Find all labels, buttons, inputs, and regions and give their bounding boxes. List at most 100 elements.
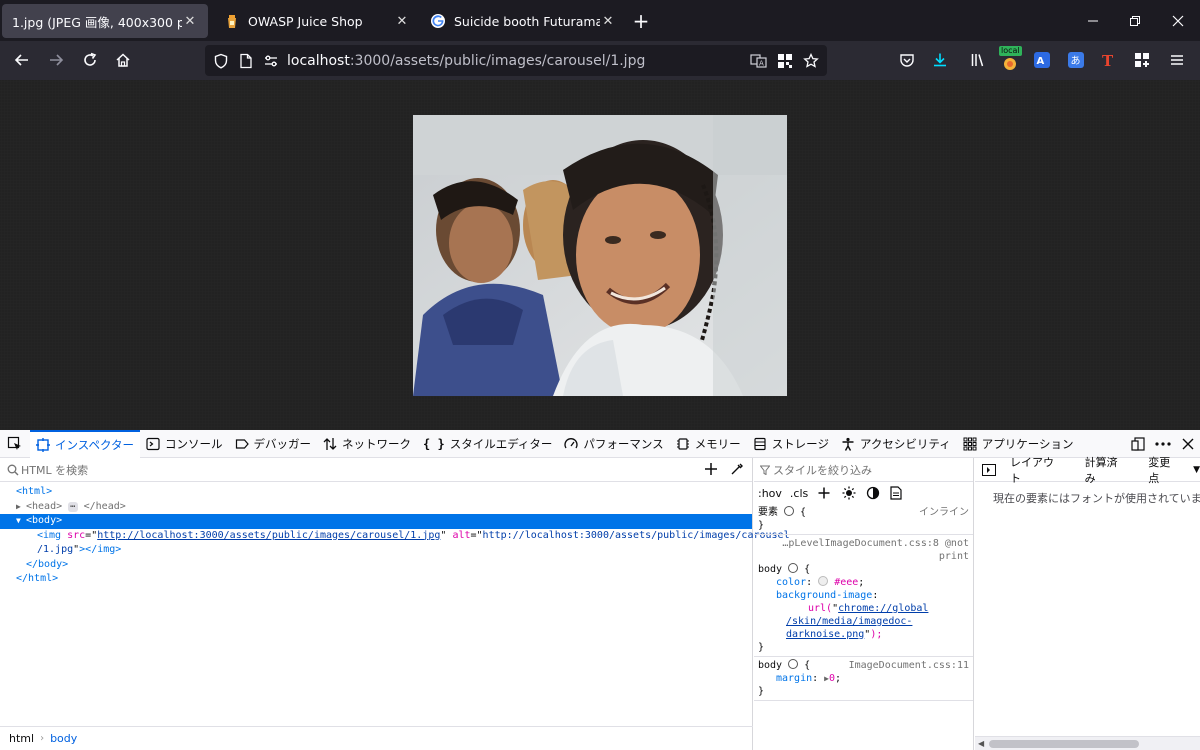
console-icon [146, 437, 160, 451]
restore-icon[interactable] [1113, 0, 1157, 41]
close-icon[interactable]: ✕ [600, 13, 616, 29]
reload-icon[interactable] [75, 45, 105, 75]
tab-changes[interactable]: 変更点 [1138, 456, 1191, 485]
forward-icon[interactable] [41, 45, 71, 75]
horizontal-scrollbar[interactable]: ◀ [975, 736, 1200, 750]
tab-juice-shop[interactable]: OWASP Juice Shop ✕ [214, 4, 420, 38]
element-label: 要素 [758, 507, 778, 518]
accessibility-icon [841, 437, 855, 451]
search-icon [7, 464, 19, 476]
gear-icon[interactable] [784, 506, 795, 516]
rule-toplevel-image-document: …pLevelImageDocument.css:8 @not print bo… [754, 535, 973, 657]
bg-image-link[interactable]: chrome://global [838, 603, 928, 614]
html-search[interactable]: HTML を検索 [0, 458, 752, 482]
debugger-icon [235, 437, 249, 451]
new-tab-icon[interactable]: + [626, 4, 656, 38]
html-close-node: </html> [16, 573, 59, 584]
head-node[interactable]: ▶ <head> ⋯ </head> [0, 500, 752, 515]
local-extension-icon[interactable]: local [995, 45, 1025, 75]
close-window-icon[interactable] [1156, 0, 1200, 41]
light-theme-icon[interactable] [842, 486, 856, 500]
t-extension-icon[interactable]: T [1093, 45, 1123, 75]
svg-text:A: A [1037, 56, 1045, 67]
tab-performance[interactable]: パフォーマンス [558, 430, 669, 458]
eyedropper-icon[interactable] [730, 462, 744, 476]
cls-toggle[interactable]: .cls [790, 487, 808, 500]
language-extension-icon[interactable]: あ [1061, 45, 1091, 75]
bookmark-star-icon[interactable] [799, 49, 823, 73]
pocket-icon[interactable] [892, 45, 922, 75]
home-icon[interactable] [108, 45, 138, 75]
color-swatch[interactable] [818, 576, 829, 586]
gear-icon[interactable] [788, 659, 799, 669]
svg-text:あ: あ [1071, 55, 1081, 67]
rule-source[interactable]: …pLevelImageDocument.css:8 @not print [758, 537, 969, 563]
breadcrumb: html › body [0, 726, 753, 750]
rule-element: 要素 { インライン } [754, 504, 973, 535]
breadcrumb-html[interactable]: html [9, 732, 34, 745]
tab-debugger[interactable]: デバッガー [229, 430, 318, 458]
juice-shop-favicon-icon [224, 13, 240, 29]
braces-icon: { } [423, 436, 445, 451]
library-icon[interactable] [963, 45, 993, 75]
minimize-icon[interactable] [1071, 0, 1115, 41]
local-badge: local [999, 46, 1022, 56]
add-node-icon[interactable] [704, 462, 718, 476]
tab-computed[interactable]: 計算済み [1075, 456, 1139, 485]
scrollbar-thumb[interactable] [989, 740, 1139, 748]
style-filter-input[interactable]: スタイルを絞り込み [773, 462, 872, 478]
tab-inspector[interactable]: インスペクター [30, 429, 141, 458]
network-icon [323, 437, 337, 451]
back-icon[interactable] [7, 45, 37, 75]
tab-accessibility[interactable]: アクセシビリティ [835, 430, 957, 458]
style-filter[interactable]: スタイルを絞り込み [754, 458, 973, 482]
hamburger-menu-icon[interactable] [1162, 45, 1192, 75]
tab-style-editor[interactable]: { } スタイルエディター [417, 430, 558, 458]
tab-console[interactable]: コンソール [140, 430, 229, 458]
url-text[interactable]: localhost:3000/assets/public/images/caro… [287, 53, 645, 69]
carousel-image [413, 115, 787, 396]
collapsed-children[interactable]: ⋯ [68, 501, 78, 512]
tab-network[interactable]: ネットワーク [317, 430, 417, 458]
tab-google[interactable]: Suicide booth Futurama - Goog ✕ [420, 4, 626, 38]
tab-storage[interactable]: ストレージ [747, 430, 835, 458]
rules-panel: スタイルを絞り込み :hov .cls 要素 { インライン } …pLevel… [754, 458, 974, 750]
tab-memory[interactable]: メモリー [670, 430, 747, 458]
translate-icon[interactable]: A [747, 49, 771, 73]
img-node[interactable]: <img src="http://localhost:3000/assets/p… [0, 529, 790, 544]
body-node[interactable]: ▼ <body> [0, 514, 752, 529]
rule-source[interactable]: ImageDocument.css:11 [849, 659, 969, 672]
application-icon [963, 437, 977, 451]
dark-theme-icon[interactable] [866, 486, 880, 500]
dock-icon[interactable] [1125, 430, 1151, 458]
toggle-sidebar-icon[interactable] [982, 463, 996, 476]
svg-text:T: T [1102, 52, 1114, 68]
extensions-icon[interactable] [1127, 45, 1157, 75]
close-icon[interactable]: ✕ [182, 13, 198, 29]
scroll-left-icon[interactable]: ◀ [978, 739, 984, 748]
qr-code-icon[interactable] [773, 49, 797, 73]
tab-layout[interactable]: レイアウト [1000, 456, 1075, 485]
collapse-icon[interactable]: ▼ [16, 514, 26, 529]
src-link[interactable]: http://localhost:3000/assets/public/imag… [97, 530, 440, 541]
shield-icon[interactable] [213, 53, 229, 69]
expand-icon[interactable]: ▶ [16, 500, 26, 515]
chevron-down-icon[interactable]: ▼ [1193, 465, 1200, 475]
translator-extension-icon[interactable]: A [1027, 45, 1057, 75]
gear-icon[interactable] [788, 563, 799, 573]
permissions-icon[interactable] [263, 53, 279, 69]
element-picker-icon[interactable] [0, 430, 30, 458]
downloads-icon[interactable] [925, 45, 955, 75]
hov-toggle[interactable]: :hov [758, 487, 782, 500]
add-rule-icon[interactable] [818, 487, 830, 499]
close-icon[interactable]: ✕ [394, 13, 410, 29]
address-bar[interactable]: localhost:3000/assets/public/images/caro… [205, 45, 827, 76]
fonts-empty-message: 現在の要素にはフォントが使用されていません。 [993, 492, 1200, 505]
tab-image[interactable]: 1.jpg (JPEG 画像, 400x300 px) ✕ [2, 4, 208, 38]
search-input[interactable]: HTML を検索 [21, 462, 88, 478]
breadcrumb-separator-icon: › [40, 733, 45, 744]
page-icon [239, 53, 253, 69]
print-media-icon[interactable] [890, 486, 902, 500]
breadcrumb-body[interactable]: body [50, 732, 77, 745]
html-node[interactable]: <html> [0, 485, 752, 500]
